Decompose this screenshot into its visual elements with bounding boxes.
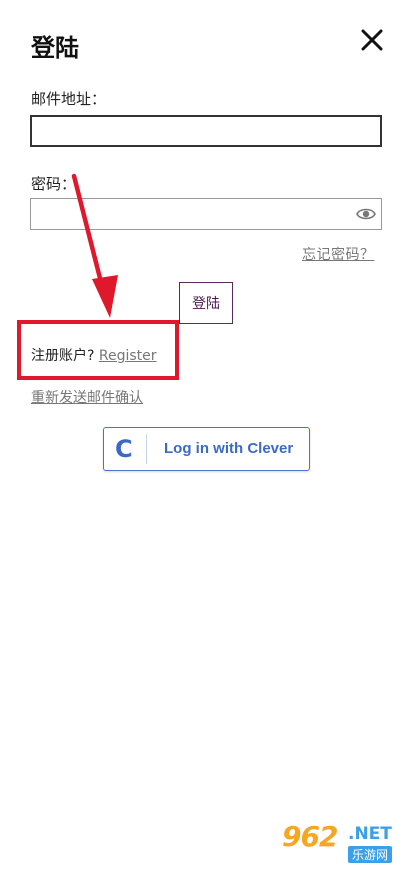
eye-icon[interactable] <box>356 206 376 222</box>
page-title: 登陆 <box>31 34 79 62</box>
email-label: 邮件地址： <box>31 90 107 108</box>
register-prompt: 注册账户? <box>31 348 99 364</box>
clever-login-label: Log in with Clever <box>164 440 294 457</box>
watermark-cn: 乐游网 <box>348 846 393 863</box>
forgot-password-link[interactable]: 忘记密码？ <box>302 244 375 264</box>
resend-confirmation-link[interactable]: 重新发送邮件确认 <box>31 387 143 407</box>
clever-logo-icon: C <box>115 435 133 463</box>
clever-divider <box>146 434 147 464</box>
password-label: 密码： <box>31 175 77 193</box>
register-link[interactable]: Register <box>99 348 157 364</box>
password-field[interactable] <box>30 198 382 230</box>
login-button[interactable]: 登陆 <box>179 282 233 324</box>
close-icon[interactable] <box>358 26 386 54</box>
watermark-brand: 962 <box>282 820 338 853</box>
email-field[interactable] <box>30 115 382 147</box>
watermark-net: .NET <box>348 824 392 844</box>
register-row: 注册账户? Register <box>31 345 157 365</box>
clever-login-button[interactable]: C Log in with Clever <box>103 427 310 471</box>
watermark-logo: 962 .NET 乐游网 <box>276 818 406 866</box>
